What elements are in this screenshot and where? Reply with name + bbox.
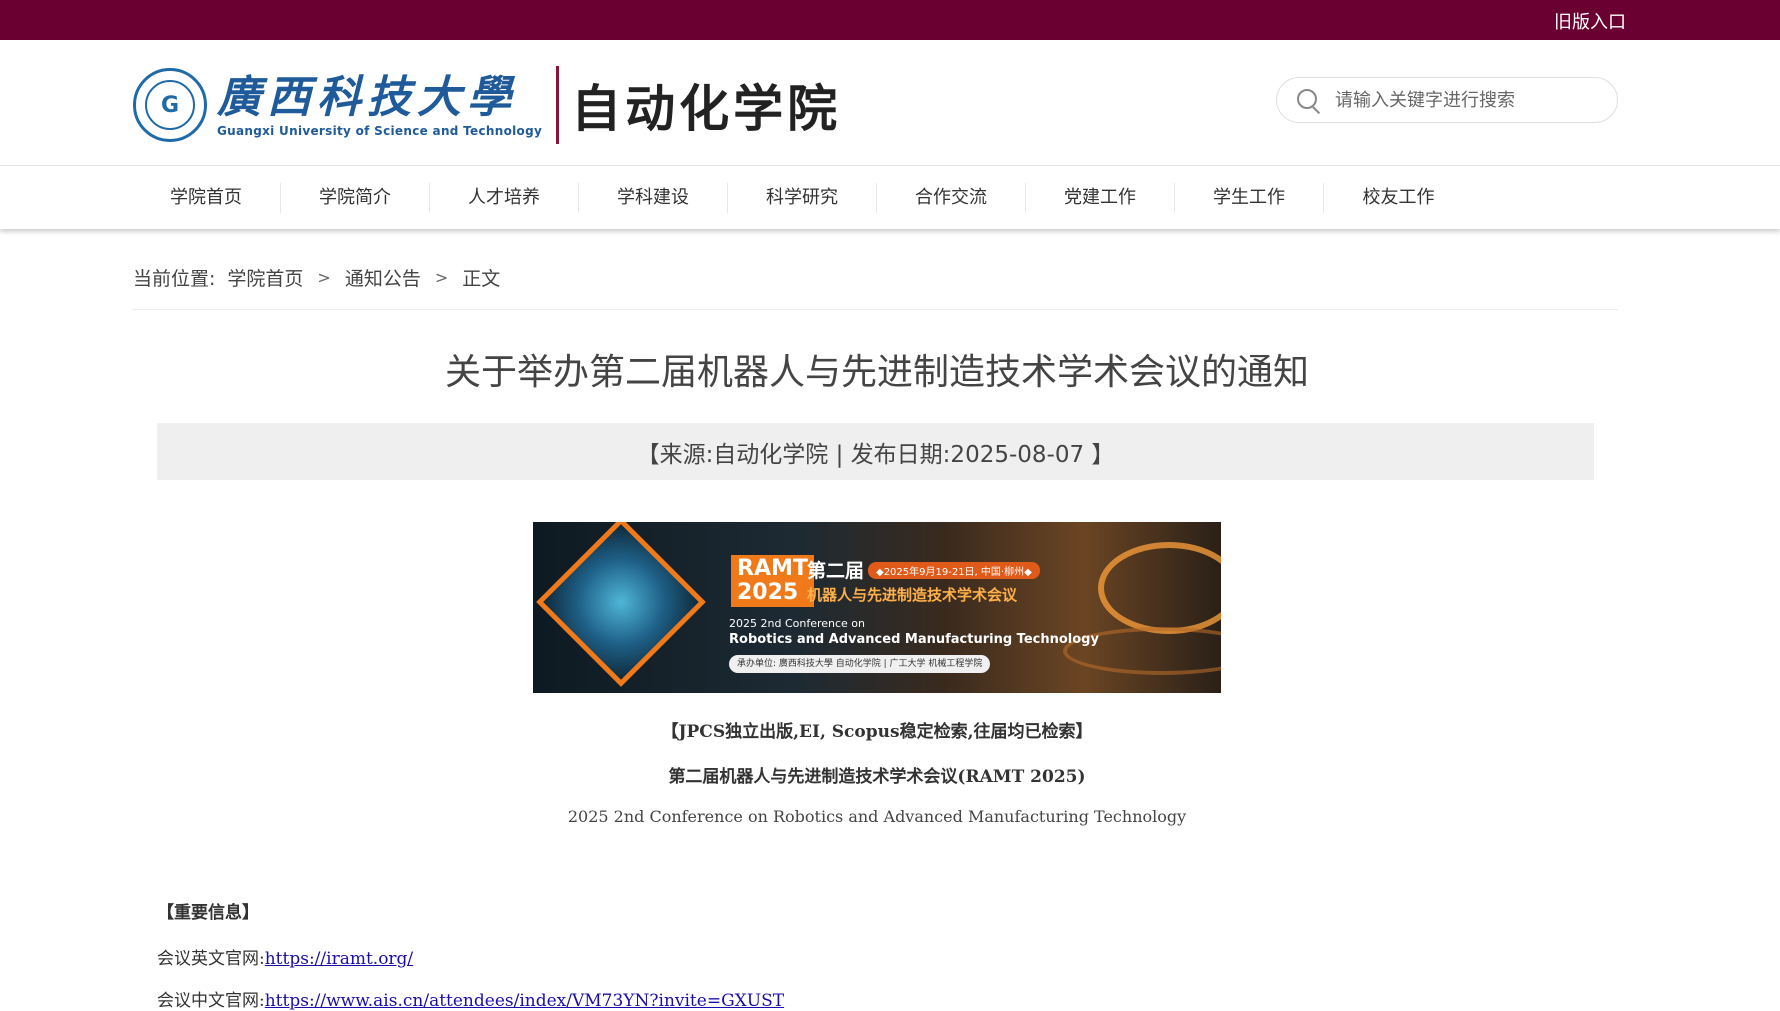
- en-site-line: 会议英文官网:https://iramt.org/: [157, 944, 413, 969]
- banner-badge: RAMT 2025: [731, 555, 814, 607]
- nav-item-party[interactable]: 党建工作: [1026, 182, 1175, 213]
- article-paragraph: 第二届机器人与先进制造技术学术会议(RAMT 2025): [668, 767, 1086, 787]
- cn-site-line: 会议中文官网:https://www.ais.cn/attendees/inde…: [157, 986, 784, 1011]
- en-site-label: 会议英文官网:: [157, 949, 265, 969]
- nav-item-alumni[interactable]: 校友工作: [1324, 183, 1473, 213]
- important-info-heading: 【重要信息】: [157, 903, 259, 923]
- college-name: 自动化学院: [571, 80, 842, 138]
- banner-date: ◆2025年9月19-21日, 中国·柳州◆: [868, 562, 1040, 579]
- banner-edition: 第二届: [807, 560, 865, 582]
- article-paragraph: 【JPCS独立出版,EI, Scopus稳定检索,往届均已检索】: [661, 722, 1093, 742]
- cn-site-link[interactable]: https://www.ais.cn/attendees/index/VM73Y…: [265, 991, 784, 1011]
- nav-item-cooperation[interactable]: 合作交流: [877, 182, 1026, 213]
- header: G 廣西科技大學 Guangxi University of Science a…: [0, 40, 1780, 165]
- main-nav: 学院首页 学院简介 人才培养 学科建设 科学研究 合作交流 党建工作 学生工作 …: [0, 165, 1780, 229]
- article-meta: 【来源:自动化学院 | 发布日期:2025-08-07 】: [157, 423, 1594, 480]
- breadcrumb-divider: [133, 309, 1618, 310]
- banner-en-line2: Robotics and Advanced Manufacturing Tech…: [729, 632, 1099, 647]
- breadcrumb-notices[interactable]: 通知公告: [345, 264, 421, 291]
- nav-item-education[interactable]: 人才培养: [430, 182, 579, 213]
- search-icon[interactable]: [1297, 89, 1321, 115]
- en-site-link[interactable]: https://iramt.org/: [265, 949, 413, 969]
- breadcrumb-current: 正文: [462, 268, 501, 290]
- nav-item-students[interactable]: 学生工作: [1175, 182, 1324, 213]
- university-name-en: Guangxi University of Science and Techno…: [217, 124, 543, 138]
- banner-decoration: [1098, 542, 1221, 634]
- logo[interactable]: G 廣西科技大學 Guangxi University of Science a…: [133, 66, 841, 144]
- breadcrumb: 当前位置: 学院首页 > 通知公告 > 正文: [133, 264, 500, 291]
- nav-item-home[interactable]: 学院首页: [132, 182, 281, 213]
- nav-item-research[interactable]: 科学研究: [728, 182, 877, 213]
- article-paragraph: 2025 2nd Conference on Robotics and Adva…: [567, 807, 1187, 826]
- article-title: 关于举办第二届机器人与先进制造技术学术会议的通知: [444, 352, 1309, 393]
- robot-hand-graphic: [536, 522, 706, 687]
- nav-item-disciplines[interactable]: 学科建设: [579, 182, 728, 213]
- search-box: [1276, 77, 1618, 123]
- search-input[interactable]: [1333, 88, 1597, 112]
- university-name-cn: 廣西科技大學: [217, 72, 517, 123]
- nav-item-about[interactable]: 学院简介: [281, 182, 430, 213]
- banner-cn-name: 机器人与先进制造技术学术会议: [807, 586, 1018, 604]
- top-bar: 旧版入口: [0, 0, 1780, 40]
- university-seal-icon: G: [133, 68, 207, 142]
- banner-organizer: 承办单位: 廣西科技大學 自动化学院 | 广工大学 机械工程学院: [729, 655, 991, 673]
- breadcrumb-separator: >: [317, 268, 331, 287]
- banner-en-line1: 2025 2nd Conference on: [729, 617, 865, 630]
- old-version-link[interactable]: 旧版入口: [1554, 8, 1626, 34]
- breadcrumb-separator: >: [434, 268, 449, 287]
- breadcrumb-label: 当前位置:: [133, 268, 216, 290]
- breadcrumb-home[interactable]: 学院首页: [227, 264, 303, 291]
- cn-site-label: 会议中文官网:: [157, 991, 265, 1011]
- conference-banner-image: RAMT 2025 第二届 ◆2025年9月19-21日, 中国·柳州◆ 机器人…: [533, 522, 1221, 693]
- logo-divider: [556, 66, 560, 144]
